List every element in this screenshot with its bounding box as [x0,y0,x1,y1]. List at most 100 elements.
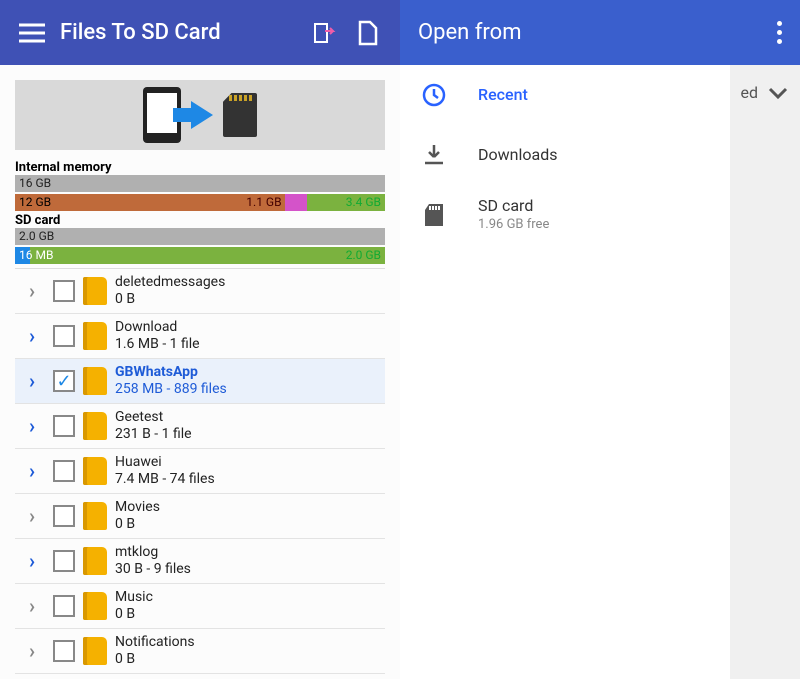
transfer-icon[interactable] [302,20,346,46]
drawer-item[interactable]: Downloads [400,125,730,185]
chevron-right-icon[interactable]: › [19,279,45,303]
overflow-menu-icon[interactable] [777,21,782,44]
chevron-right-icon[interactable]: › [19,414,45,438]
folder-icon [83,367,107,395]
drawer-list: Recent Downloads SD card1.96 GB free [400,65,730,679]
drawer-item[interactable]: Recent [400,65,730,125]
sdcard-icon [223,93,257,137]
folder-icon [83,277,107,305]
folder-list[interactable]: ›deletedmessages0 B›Download1.6 MB - 1 f… [15,268,385,679]
menu-icon[interactable] [10,23,54,43]
sort-dropdown[interactable]: ed [740,83,788,102]
folder-icon [83,457,107,485]
folder-subtitle: 258 MB - 889 files [115,381,227,398]
internal-usage-bar: 12 GB 1.1 GB 3.4 GB [15,194,385,211]
chevron-right-icon[interactable]: › [19,459,45,483]
drawer-subtitle: 1.96 GB free [478,217,549,234]
folder-text: mtklog30 B - 9 files [115,544,191,578]
folder-row[interactable]: › Music0 B [15,584,385,629]
folder-subtitle: 0 B [115,516,160,533]
folder-checkbox[interactable] [53,595,75,617]
clock-icon [420,82,448,108]
folder-name: Geetest [115,409,192,426]
drawer-title: Recent [478,85,528,106]
chevron-right-icon[interactable]: › [19,594,45,618]
right-title: Open from [418,20,522,45]
folder-subtitle: 0 B [115,606,153,623]
app-title: Files To SD Card [54,20,302,45]
folder-name: GBWhatsApp [115,364,227,381]
drawer-title: Downloads [478,145,557,166]
folder-checkbox[interactable] [53,325,75,347]
folder-name: Music [115,589,153,606]
chevron-right-icon[interactable]: › [19,639,45,663]
folder-name: Notifications [115,634,195,651]
chevron-right-icon[interactable]: › [19,504,45,528]
background-panel: ed [730,65,800,679]
folder-row[interactable]: › ✓ GBWhatsApp258 MB - 889 files [15,359,385,404]
document-icon[interactable] [346,20,390,46]
sdcard-total-bar: 2.0 GB [15,228,385,245]
sort-label-fragment: ed [740,83,758,102]
internal-memory-label: Internal memory [15,160,385,175]
arrow-right-icon [191,101,213,129]
folder-row[interactable]: › Geetest231 B - 1 file [15,404,385,449]
folder-row[interactable]: › Notifications0 B [15,629,385,674]
folder-checkbox[interactable] [53,550,75,572]
folder-subtitle: 231 B - 1 file [115,426,192,443]
drawer-text: Downloads [478,145,557,166]
drawer-text: SD card1.96 GB free [478,196,549,234]
drawer-title: SD card [478,196,549,217]
folder-name: Movies [115,499,160,516]
memory-section: Internal memory 16 GB 12 GB 1.1 GB 3.4 G… [0,160,400,266]
folder-subtitle: 30 B - 9 files [115,561,191,578]
drawer-text: Recent [478,85,528,106]
folder-text: deletedmessages0 B [115,274,225,308]
left-app: Files To SD Card Internal memory 16 GB 1… [0,0,400,679]
sdcard-usage-bar: 16 MB 2.0 GB [15,247,385,264]
chevron-right-icon[interactable]: › [19,549,45,573]
chevron-right-icon[interactable]: › [19,369,45,393]
folder-checkbox[interactable] [53,460,75,482]
folder-icon [83,592,107,620]
chevron-down-icon [768,86,788,100]
sdcard-label: SD card [15,213,385,228]
folder-name: Huawei [115,454,215,471]
folder-text: Download1.6 MB - 1 file [115,319,200,353]
folder-subtitle: 0 B [115,291,225,308]
internal-total-bar: 16 GB [15,175,385,192]
folder-icon [83,637,107,665]
folder-icon [83,322,107,350]
folder-text: Huawei7.4 MB - 74 files [115,454,215,488]
folder-name: Download [115,319,200,336]
folder-subtitle: 0 B [115,651,195,668]
folder-text: Movies0 B [115,499,160,533]
download-icon [420,142,448,168]
folder-icon [83,502,107,530]
folder-row[interactable]: › Download1.6 MB - 1 file [15,314,385,359]
folder-row[interactable]: › Movies0 B [15,494,385,539]
chevron-right-icon[interactable]: › [19,324,45,348]
right-app: Open from ed Recent Downloads SD card1.96 … [400,0,800,679]
folder-text: GBWhatsApp258 MB - 889 files [115,364,227,398]
folder-icon [83,547,107,575]
sdcard-icon [420,202,448,228]
folder-checkbox[interactable]: ✓ [53,370,75,392]
folder-row[interactable]: › deletedmessages0 B [15,269,385,314]
right-toolbar: Open from [400,0,800,65]
folder-icon [83,412,107,440]
folder-text: Geetest231 B - 1 file [115,409,192,443]
folder-text: Notifications0 B [115,634,195,668]
folder-checkbox[interactable] [53,505,75,527]
folder-subtitle: 7.4 MB - 74 files [115,471,215,488]
folder-row[interactable]: › mtklog30 B - 9 files [15,539,385,584]
folder-checkbox[interactable] [53,415,75,437]
folder-subtitle: 1.6 MB - 1 file [115,336,200,353]
folder-text: Music0 B [115,589,153,623]
folder-name: deletedmessages [115,274,225,291]
left-toolbar: Files To SD Card [0,0,400,65]
folder-row[interactable]: › Huawei7.4 MB - 74 files [15,449,385,494]
drawer-item[interactable]: SD card1.96 GB free [400,185,730,245]
folder-checkbox[interactable] [53,280,75,302]
folder-checkbox[interactable] [53,640,75,662]
